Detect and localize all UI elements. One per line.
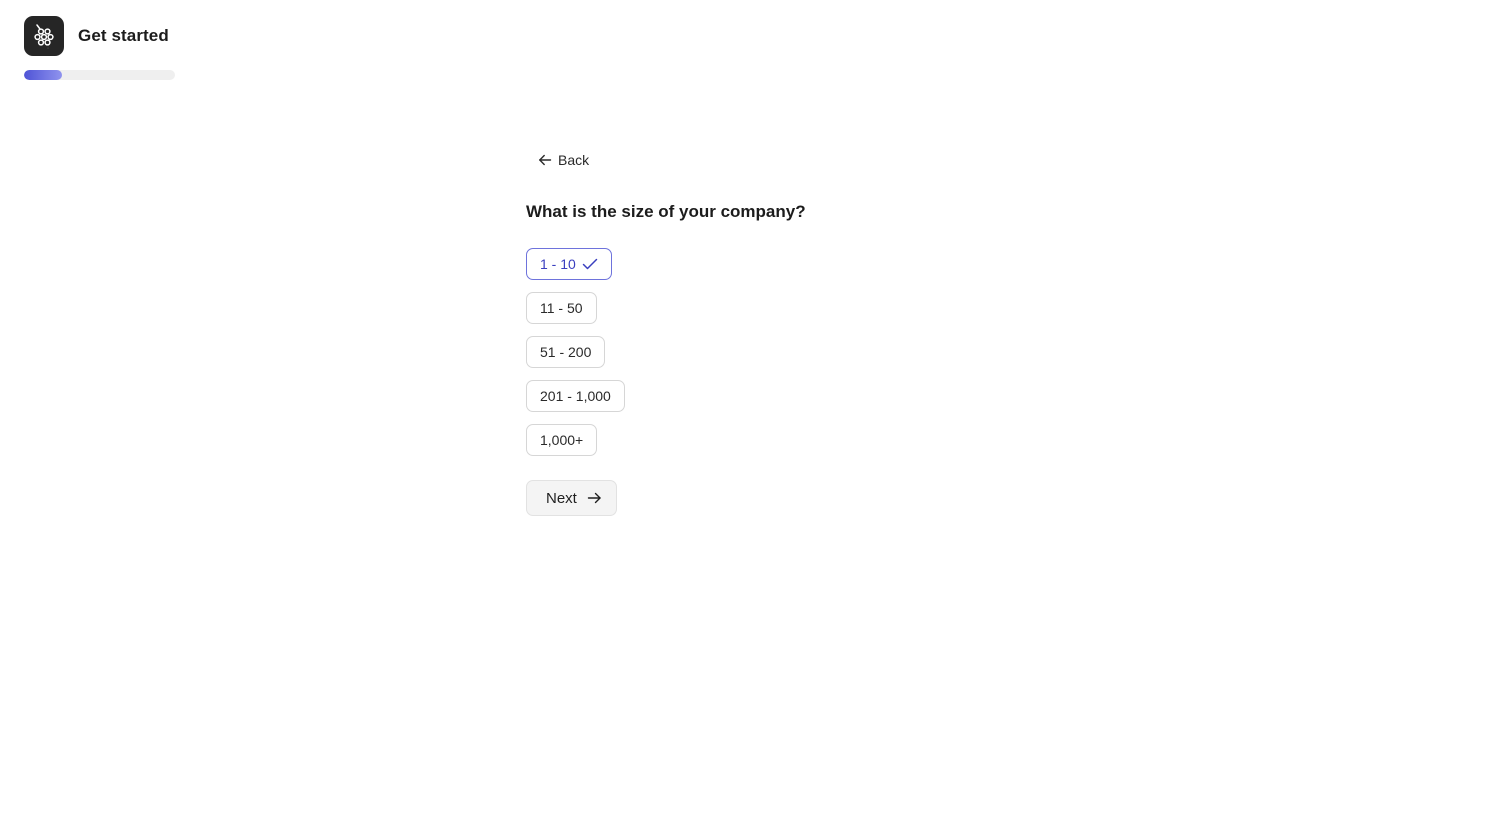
grapes-logo-icon — [34, 24, 54, 49]
onboarding-step: Back What is the size of your company? 1… — [526, 148, 1026, 516]
option-label: 51 - 200 — [540, 344, 592, 360]
option-11-50[interactable]: 11 - 50 — [526, 292, 597, 324]
app-logo — [24, 16, 64, 56]
option-label: 11 - 50 — [540, 300, 583, 316]
back-button-label: Back — [558, 152, 590, 168]
progress-bar — [24, 70, 175, 80]
option-1000-plus[interactable]: 1,000+ — [526, 424, 598, 456]
option-label: 1 - 10 — [540, 256, 576, 272]
option-51-200[interactable]: 51 - 200 — [526, 336, 606, 368]
option-1-10[interactable]: 1 - 10 — [526, 248, 612, 280]
page-title: Get started — [78, 26, 169, 45]
arrow-right-icon — [587, 491, 602, 505]
progress-bar-fill — [24, 70, 62, 80]
option-label: 1,000+ — [540, 432, 584, 448]
company-size-options: 1 - 10 11 - 50 51 - 200 201 - 1,000 1,00… — [526, 248, 1026, 468]
arrow-left-icon — [539, 154, 552, 166]
check-icon — [582, 258, 598, 270]
next-button[interactable]: Next — [526, 480, 617, 516]
back-button[interactable]: Back — [538, 148, 589, 172]
header: Get started — [24, 16, 169, 56]
next-button-label: Next — [546, 489, 577, 507]
question-heading: What is the size of your company? — [526, 202, 806, 221]
option-label: 201 - 1,000 — [540, 388, 611, 404]
option-201-1000[interactable]: 201 - 1,000 — [526, 380, 625, 412]
